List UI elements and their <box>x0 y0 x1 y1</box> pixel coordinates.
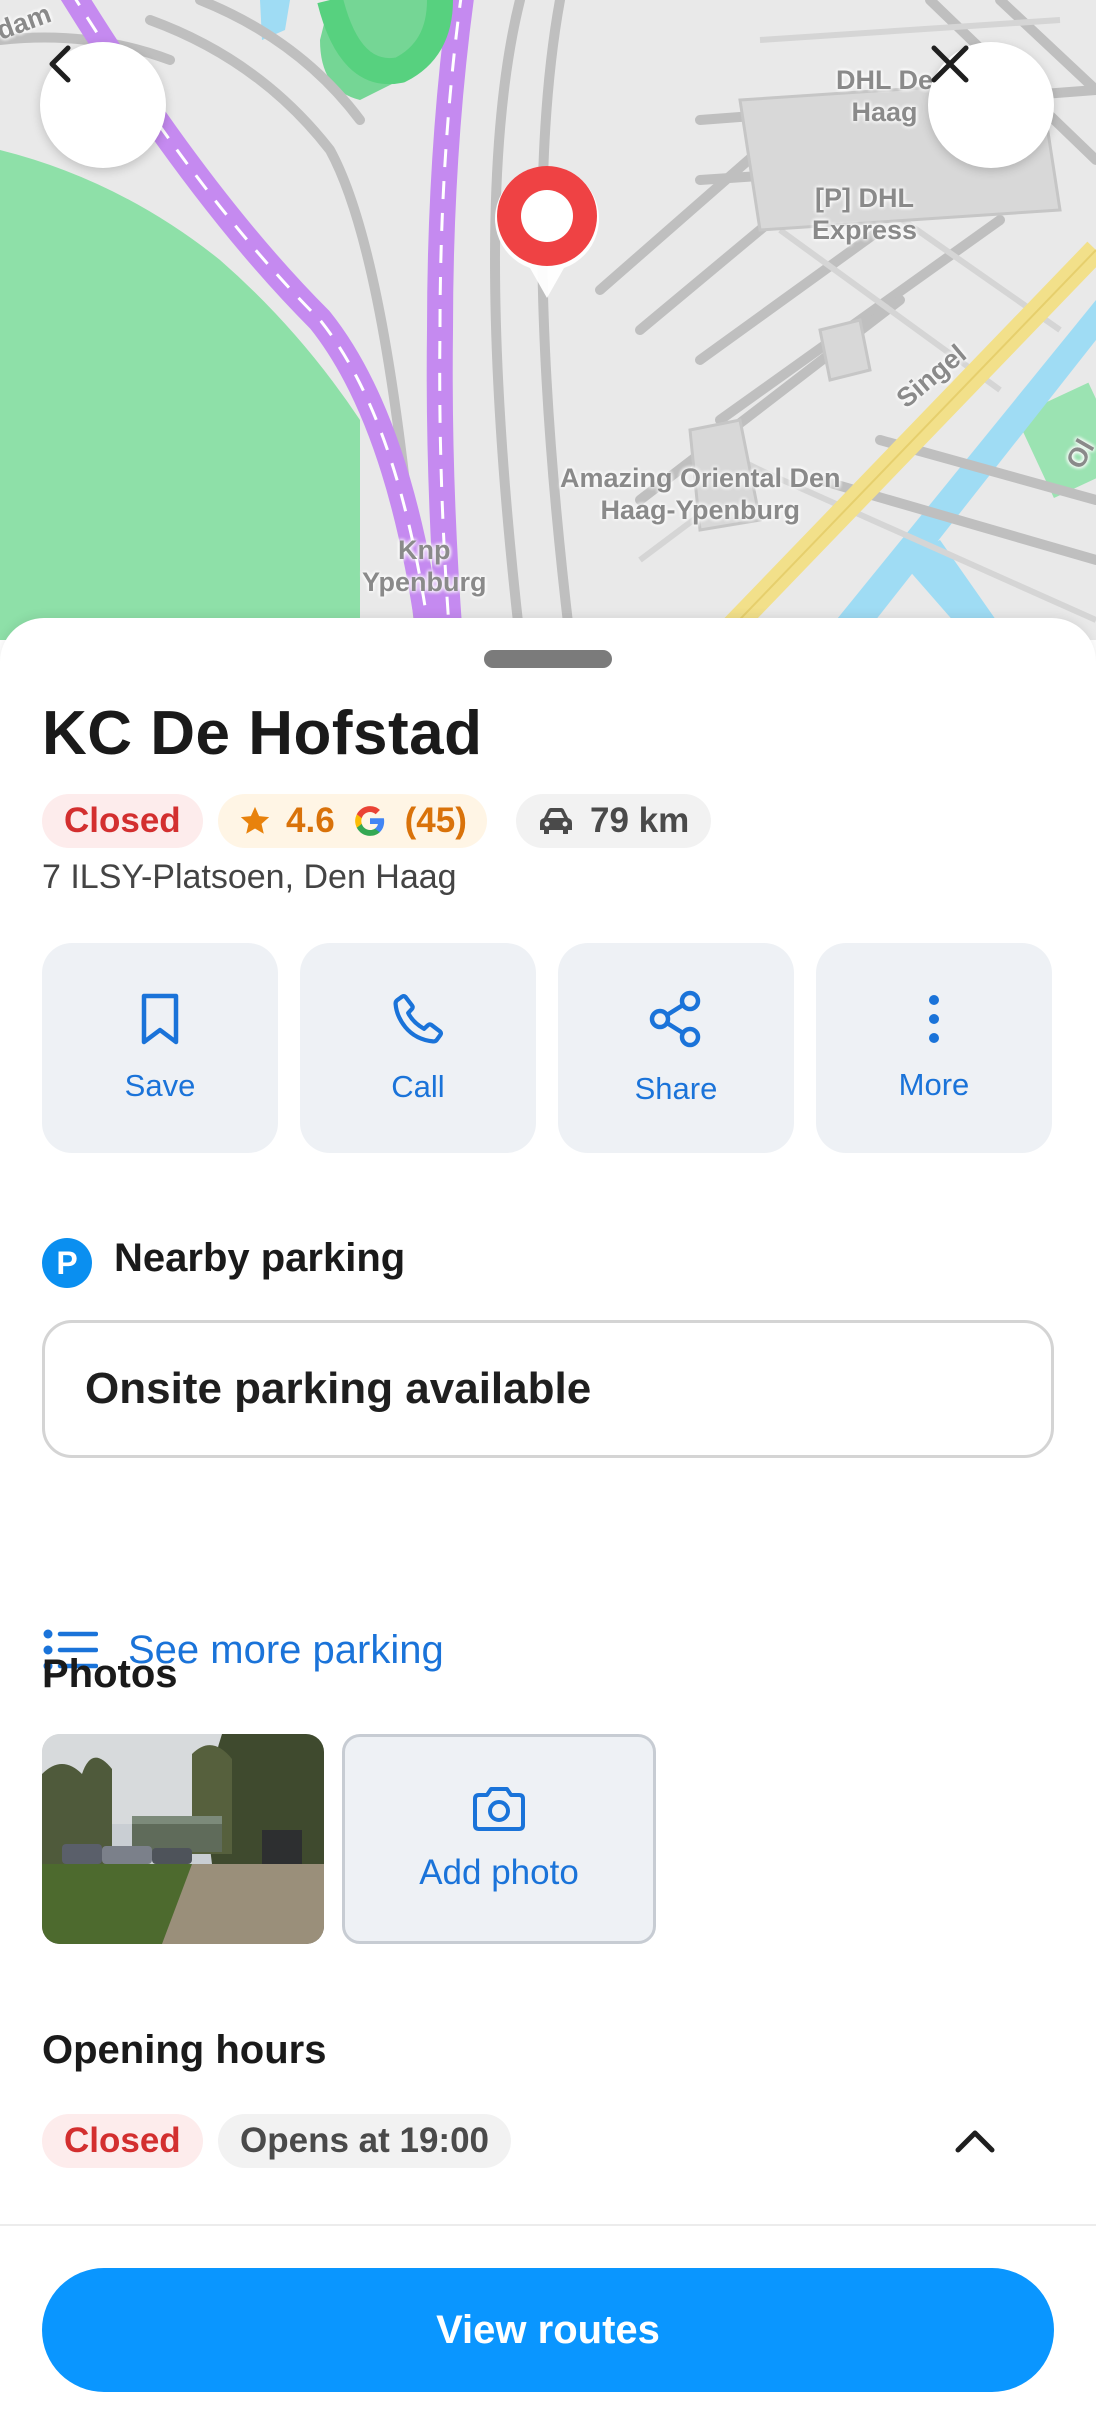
google-icon <box>354 806 384 836</box>
map-label-dhl-den-haag: DHL De Haag <box>836 65 934 127</box>
share-icon <box>649 990 701 1048</box>
bottom-bar: View routes <box>0 2224 1096 2423</box>
onsite-parking-card[interactable]: Onsite parking available <box>42 1320 1054 1458</box>
camera-icon <box>473 1787 525 1831</box>
more-label: More <box>898 1067 970 1102</box>
opens-at-text: Opens at 19:00 <box>240 2121 489 2160</box>
place-title: KC De Hofstad <box>42 699 483 768</box>
status-text: Closed <box>64 801 181 840</box>
distance-badge: 79 km <box>516 794 712 848</box>
back-button[interactable] <box>40 42 166 168</box>
add-photo-button[interactable]: Add photo <box>342 1734 656 1944</box>
place-details-sheet: KC De Hofstad Closed 4.6 (45) 79 km 7 IL… <box>0 618 1096 2423</box>
hours-status-badge: Closed <box>42 2114 203 2168</box>
status-badge: Closed <box>42 794 203 848</box>
map-label-dhl-express: [P] DHL Express <box>812 183 918 245</box>
more-vertical-icon <box>929 995 939 1043</box>
chevron-up-icon[interactable] <box>950 2116 1000 2166</box>
map-view[interactable]: DHL De Haag [P] DHL Express Singel Amazi… <box>0 0 1096 640</box>
call-button[interactable]: Call <box>300 943 536 1153</box>
parking-icon: P <box>42 1238 92 1288</box>
save-button[interactable]: Save <box>42 943 278 1153</box>
opens-at-badge: Opens at 19:00 <box>218 2114 511 2168</box>
share-label: Share <box>634 1071 718 1106</box>
photo-thumbnail <box>42 1734 324 1944</box>
opening-hours-heading: Opening hours <box>42 2028 327 2072</box>
place-photo[interactable] <box>42 1734 324 1944</box>
rating-value: 4.6 <box>286 801 335 840</box>
location-pin-icon[interactable] <box>492 160 602 300</box>
call-label: Call <box>391 1069 445 1104</box>
photos-heading: Photos <box>42 1652 178 1696</box>
close-icon <box>931 45 969 83</box>
distance-text: 79 km <box>590 801 690 840</box>
parking-badge-letter: P <box>56 1244 78 1281</box>
rating-badge[interactable]: 4.6 (45) <box>218 794 487 848</box>
map-label-knp-ypenburg: Knp Ypenburg <box>362 535 487 597</box>
map-label-amazing-oriental: Amazing Oriental Den Haag-Ypenburg <box>560 463 841 525</box>
car-icon <box>540 808 572 834</box>
view-routes-button[interactable]: View routes <box>42 2268 1054 2392</box>
save-label: Save <box>124 1068 196 1103</box>
phone-icon <box>393 994 444 1044</box>
add-photo-label: Add photo <box>419 1853 579 1892</box>
bookmark-icon <box>141 993 179 1045</box>
hours-status-text: Closed <box>64 2121 181 2160</box>
onsite-parking-text: Onsite parking available <box>85 1364 592 1413</box>
drag-handle[interactable] <box>484 650 612 668</box>
chevron-left-icon <box>49 45 71 83</box>
more-button[interactable]: More <box>816 943 1052 1153</box>
nearby-parking-heading: Nearby parking <box>114 1236 406 1280</box>
view-routes-label: View routes <box>436 2307 660 2352</box>
star-icon <box>240 806 270 834</box>
review-count: (45) <box>404 801 467 840</box>
address: 7 ILSY-Platsoen, Den Haag <box>42 858 457 896</box>
share-button[interactable]: Share <box>558 943 794 1153</box>
close-button[interactable] <box>928 42 1054 168</box>
